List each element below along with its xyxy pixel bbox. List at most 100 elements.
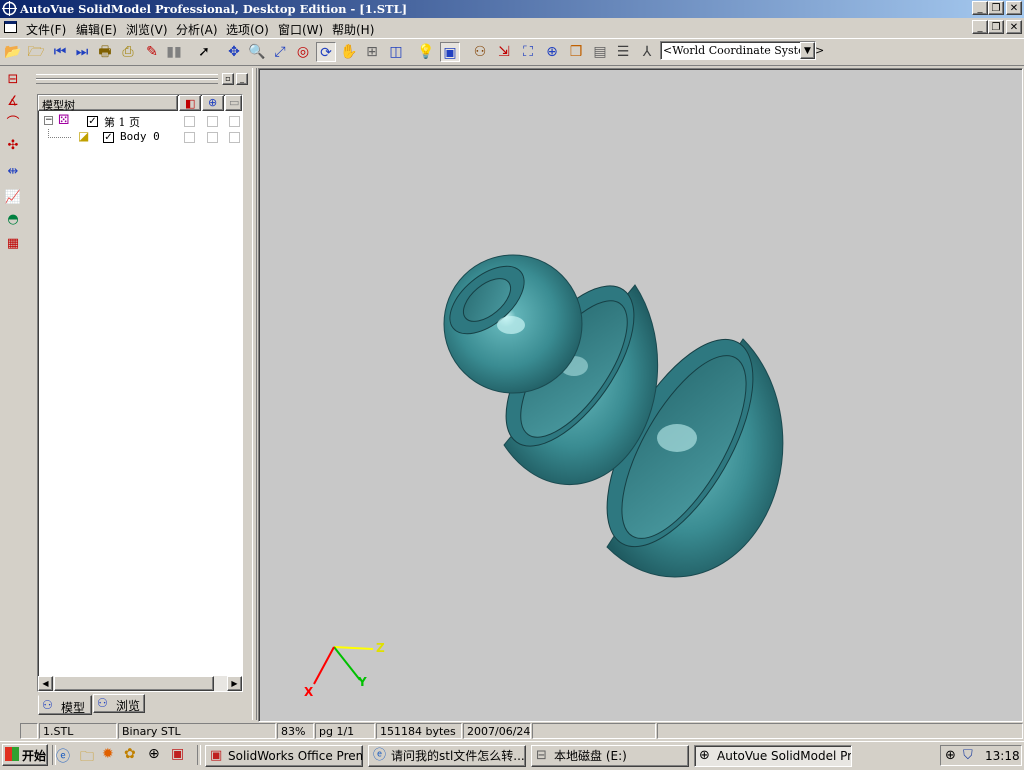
3d-viewport[interactable]: Z Y X — [258, 68, 1023, 722]
autovue-quick-icon[interactable]: ⊕ — [148, 746, 160, 762]
menu-window[interactable]: 窗口(W) — [278, 21, 323, 38]
tray-autovue-icon[interactable]: ⊕ — [945, 748, 956, 763]
page-col2-checkbox[interactable] — [207, 116, 218, 127]
panel-grip-2[interactable] — [36, 79, 218, 84]
body-cube-icon: ◪ — [78, 129, 90, 143]
body-col1-checkbox[interactable] — [184, 132, 195, 143]
box-view-icon[interactable]: ◫ — [386, 42, 406, 62]
task-autovue[interactable]: ⊕ AutoVue SolidModel Prof... — [694, 745, 852, 767]
main-toolbar: 📂 🗁 ⏮ ⏭ 🖶 ⎙ ✎ ▮▮ ➚ ✥ 🔍 ⤢ ◎ ⟳ ✋ ⊞ ◫ 💡 ▣ ⚇… — [0, 38, 1024, 66]
menu-edit[interactable]: 编辑(E) — [76, 21, 117, 38]
tasks-separator — [197, 745, 201, 765]
task-solidworks-label: SolidWorks Office Premiu... — [228, 749, 362, 763]
tree-hscrollbar[interactable]: ◀ ▶ — [38, 676, 242, 691]
tree-node-body[interactable]: ◪ ✓ Body 0 — [38, 129, 242, 145]
arc-icon[interactable]: ⌒ — [3, 114, 23, 134]
zoom-area-icon[interactable]: ⤢ — [270, 42, 290, 62]
taskbar: 开始 ⓔ 🗀 ✹ ✿ ⊕ ▣ ▣ SolidWorks Office Premi… — [0, 741, 1024, 768]
tab-model[interactable]: ⚇ 模型 — [38, 695, 92, 715]
drive-task-icon: ⊟ — [536, 748, 547, 763]
body-col2-checkbox[interactable] — [207, 132, 218, 143]
pan-icon[interactable]: ✥ — [224, 42, 244, 62]
clock: 13:18 — [985, 749, 1020, 763]
task-explorer[interactable]: ⊟ 本地磁盘 (E:) — [531, 745, 689, 767]
menu-help[interactable]: 帮助(H) — [332, 21, 374, 38]
print-icon[interactable]: 🖶 — [95, 42, 115, 62]
tab-model-label: 模型 — [61, 701, 86, 715]
tree-header-visible-col[interactable]: ⊕ — [202, 95, 224, 111]
tree-node-page[interactable]: − ⚄ ✓ 第 1 页 — [38, 113, 242, 129]
compare-icon[interactable]: ▮▮ — [164, 42, 184, 62]
document-icon[interactable] — [4, 21, 17, 33]
zoom-icon[interactable]: 🔍 — [247, 42, 267, 62]
markup-icon[interactable]: ✎ — [142, 42, 162, 62]
tray-shield-icon[interactable]: ⛉ — [963, 748, 973, 763]
task-solidworks[interactable]: ▣ SolidWorks Office Premiu... — [205, 745, 363, 767]
sphere-small — [443, 254, 583, 394]
measure-icon[interactable]: ⊞ — [362, 42, 382, 62]
angle-icon[interactable]: ∡ — [3, 92, 23, 112]
minimize-button[interactable]: _ — [972, 1, 988, 15]
restore-button[interactable]: ❐ — [988, 1, 1004, 15]
scroll-thumb[interactable] — [54, 676, 214, 691]
doc-restore-button[interactable]: ❐ — [988, 20, 1004, 34]
zoom-fit-icon[interactable]: ◎ — [293, 42, 313, 62]
select-arrow-icon[interactable]: ➚ — [194, 42, 214, 62]
folder-quick-icon[interactable]: 🗀 — [80, 746, 94, 770]
start-button[interactable]: 开始 — [2, 744, 48, 766]
surface-icon[interactable]: ◓ — [3, 210, 23, 230]
body-visible-checkbox[interactable]: ✓ — [103, 132, 114, 143]
menu-options[interactable]: 选项(O) — [226, 21, 269, 38]
dimension-icon[interactable]: ⊟ — [3, 70, 23, 90]
body-col3-checkbox[interactable] — [229, 132, 240, 143]
fit-all-icon[interactable]: ⛶ — [518, 42, 538, 62]
first-page-icon[interactable]: ⏮ — [50, 42, 70, 62]
open-folder-icon[interactable]: 📂 — [3, 42, 23, 62]
distance-icon[interactable]: ⇹ — [3, 162, 23, 182]
target-icon[interactable]: ⊕ — [542, 42, 562, 62]
next-page-icon[interactable]: ⏭ — [72, 42, 92, 62]
tree-header: 模型树 — [38, 95, 178, 112]
doc-close-button[interactable]: ✕ — [1006, 20, 1022, 34]
properties-icon[interactable]: ▣ — [440, 42, 460, 62]
hand-icon[interactable]: ✋ — [339, 42, 359, 62]
doc-minimize-button[interactable]: _ — [972, 20, 988, 34]
box-icon[interactable]: ▦ — [3, 234, 23, 254]
close-button[interactable]: ✕ — [1006, 1, 1022, 15]
explode-icon[interactable]: ⇲ — [494, 42, 514, 62]
scroll-left-icon[interactable]: ◀ — [38, 676, 53, 691]
list-icon[interactable]: ☰ — [613, 42, 633, 62]
solidworks-quick-icon[interactable]: ▣ — [171, 746, 184, 762]
xyz-icon[interactable]: ✣ — [3, 136, 23, 156]
collapse-icon[interactable]: − — [44, 116, 53, 125]
open-file-icon[interactable]: 🗁 — [26, 42, 46, 62]
coordinate-system-select[interactable]: <World Coordinate System> ▼ — [660, 41, 824, 60]
menu-analyze[interactable]: 分析(A) — [176, 21, 218, 38]
solids-icon[interactable]: ❒ — [566, 42, 586, 62]
panel-float-button[interactable]: ▫ — [222, 73, 234, 85]
page-col1-checkbox[interactable] — [184, 116, 195, 127]
tree-header-other-col[interactable]: ▭ — [225, 95, 242, 111]
axis-icon[interactable]: ⅄ — [637, 42, 657, 62]
tab-browse[interactable]: ⚇ 浏览 — [93, 694, 145, 713]
tree-header-color-col[interactable]: ◧ — [179, 95, 201, 111]
scroll-right-icon[interactable]: ▶ — [227, 676, 242, 691]
page-col3-checkbox[interactable] — [229, 116, 240, 127]
printer-setup-icon[interactable]: ⎙ — [118, 42, 138, 62]
panel-splitter[interactable] — [252, 68, 257, 720]
menu-view[interactable]: 浏览(V) — [126, 21, 168, 38]
page-visible-checkbox[interactable]: ✓ — [87, 116, 98, 127]
section-icon[interactable]: ▤ — [590, 42, 610, 62]
media-icon[interactable]: ✹ — [102, 746, 114, 762]
gear-quick-icon[interactable]: ✿ — [124, 746, 136, 762]
task-browser[interactable]: ⓔ 请问我的stl文件怎么转... — [368, 745, 526, 767]
chevron-down-icon[interactable]: ▼ — [800, 42, 815, 59]
ie-icon[interactable]: ⓔ — [56, 746, 70, 766]
menu-file[interactable]: 文件(F) — [26, 21, 66, 38]
rotate-icon[interactable]: ⟳ — [316, 42, 336, 62]
app-icon[interactable] — [2, 1, 17, 16]
panel-minimize-button[interactable]: _ — [236, 73, 248, 85]
chart-icon[interactable]: 📈 — [3, 188, 23, 208]
light-bulb-icon[interactable]: 💡 — [416, 42, 436, 62]
assembly-icon[interactable]: ⚇ — [470, 42, 490, 62]
